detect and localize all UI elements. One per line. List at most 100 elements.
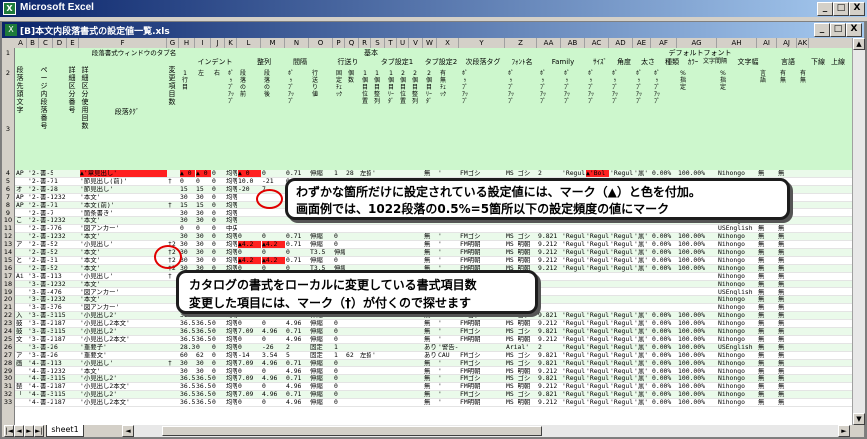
cell-aj[interactable]: 無 (778, 312, 797, 319)
cell-h[interactable]: 30 (180, 257, 195, 264)
cell-ag[interactable]: 100.00% (678, 320, 717, 327)
cell-ai[interactable]: 無 (758, 391, 777, 398)
cell-l[interactable]: 0 (238, 383, 261, 390)
cell-ah[interactable]: Nihongo (718, 383, 757, 390)
table-row[interactable]: と'2-11書-321'本文'†230300均等▲4.2▲4.20.71伸縮0無… (15, 256, 852, 265)
cell-ag[interactable]: 100.00% (678, 328, 717, 335)
table-row[interactable]: 文'3-10書-2187'小見出し2本文'36.536.50均等004.96伸縮… (15, 336, 852, 344)
cell-ac[interactable]: 'Regul (586, 328, 609, 335)
cell-c[interactable]: 書-2 (40, 399, 53, 406)
cell-w[interactable]: 無 (424, 383, 437, 390)
cell-k[interactable]: 均等 (226, 352, 237, 359)
cell-w[interactable]: 無 (424, 233, 437, 240)
cell-h[interactable]: 30 (180, 360, 195, 367)
cell-a[interactable]: と (16, 257, 27, 264)
cell-m[interactable]: 0 (262, 233, 285, 240)
cell-ac[interactable]: 'Regul (586, 360, 609, 367)
cell-ai[interactable]: 無 (758, 225, 777, 232)
cell-b[interactable]: '2-5 (28, 202, 39, 209)
cell-f[interactable]: '小見出し2' (80, 375, 167, 382)
cell-p[interactable]: 1 (334, 170, 345, 177)
cell-a[interactable]: ア (16, 352, 27, 359)
cell-d[interactable]: 13 (54, 273, 67, 280)
cell-ad[interactable]: 'Regul (610, 249, 633, 256)
cell-aj[interactable]: 無 (778, 344, 797, 351)
cell-o[interactable]: 固定 (310, 352, 333, 359)
cell-y[interactable]: FM明朝 (460, 383, 505, 390)
cell-ah[interactable]: Nihongo (718, 296, 757, 303)
column-header-P[interactable]: P (333, 38, 345, 48)
cell-ae[interactable]: '黒' (634, 257, 651, 264)
cell-d[interactable]: 232 (54, 296, 67, 303)
cell-aj[interactable]: 無 (778, 336, 797, 343)
cell-n2[interactable]: 4.96 (286, 336, 309, 343)
cell-q[interactable]: 28 (346, 170, 359, 177)
cell-c[interactable]: 書-1 (40, 233, 53, 240)
cell-ab[interactable]: 'Regul (562, 241, 585, 248)
cell-p[interactable]: 0 (334, 391, 345, 398)
cell-y[interactable]: FMゴシ (460, 360, 505, 367)
cell-y[interactable]: FM明朝 (460, 399, 505, 406)
column-header-V[interactable]: V (409, 38, 423, 48)
cell-f[interactable]: '小見出し2本文' (80, 399, 167, 406)
cell-r[interactable]: 左揃 (360, 352, 371, 359)
cell-ah[interactable]: Nihongo (718, 257, 757, 264)
cell-p[interactable]: 0 (334, 375, 345, 382)
cell-ad[interactable]: 'Regul (610, 368, 633, 375)
cell-aa[interactable]: 9.212 (538, 249, 561, 256)
cell-ae[interactable]: '黒' (634, 344, 651, 351)
cell-d[interactable]: 232 (54, 368, 67, 375)
cell-b[interactable]: '4-4 (28, 383, 39, 390)
cell-b[interactable]: '3-11 (28, 344, 39, 351)
cell-j[interactable]: 0 (212, 186, 225, 193)
cell-b[interactable]: '2-3 (28, 186, 39, 193)
cell-d[interactable]: 187 (54, 336, 67, 343)
cell-ag[interactable]: 100.00% (678, 257, 717, 264)
cell-aa[interactable]: 9.212 (538, 368, 561, 375)
cell-ae[interactable]: '黒' (634, 383, 651, 390)
cell-j[interactable]: 0 (212, 368, 225, 375)
cell-aj[interactable]: 無 (778, 296, 797, 303)
cell-w[interactable]: 無 (424, 328, 437, 335)
cell-ag[interactable]: 100.00% (678, 265, 717, 272)
cell-k[interactable]: 中央 (226, 225, 237, 232)
cell-ah[interactable]: Nihongo (718, 328, 757, 335)
cell-j[interactable]: 0 (212, 320, 225, 327)
cell-l[interactable]: 7.09 (238, 375, 261, 382)
cell-g[interactable]: † (168, 202, 179, 209)
minimize-button[interactable]: _ (817, 2, 833, 16)
cell-ab[interactable]: 'Regul (562, 344, 585, 351)
close-button[interactable]: X (849, 2, 865, 16)
cell-aa[interactable]: 9.212 (538, 320, 561, 327)
cell-y[interactable]: FMゴシ (460, 391, 505, 398)
cell-h[interactable]: 36.5 (180, 383, 195, 390)
cell-aa[interactable]: 9.821 (538, 233, 561, 240)
column-header-W[interactable]: W (423, 38, 437, 48)
cell-aj[interactable]: 無 (778, 273, 797, 280)
cell-c[interactable]: 書-3 (40, 375, 53, 382)
cell-ab[interactable]: 'Regul (562, 265, 585, 272)
cell-z[interactable]: MS 明朝 (506, 399, 537, 406)
cell-aj[interactable]: 無 (778, 352, 797, 359)
cell-ai[interactable]: 無 (758, 399, 777, 406)
table-row[interactable]: AP'2-1書-58▲'章見出し'▲ 0▲ 00均等▲ 000.71伸縮128左… (15, 170, 852, 178)
row-header[interactable]: 3 (2, 88, 14, 170)
cell-o[interactable]: 固定 (310, 344, 333, 351)
cell-ag[interactable]: 100.00% (678, 360, 717, 367)
cell-n2[interactable]: 0.71 (286, 391, 309, 398)
cell-m[interactable]: 4.96 (262, 375, 285, 382)
cell-ag[interactable]: 100.00% (678, 375, 717, 382)
cell-aa[interactable]: 9.821 (538, 360, 561, 367)
cell-j[interactable]: 0 (212, 383, 225, 390)
cell-w[interactable]: 無 (424, 360, 437, 367)
cell-f[interactable]: '図アンカー' (80, 225, 167, 232)
cell-p[interactable]: 0 (334, 383, 345, 390)
cell-m[interactable]: 3.54 (262, 352, 285, 359)
cell-b[interactable]: '2-9 (28, 241, 39, 248)
cell-y[interactable]: FMゴシ (460, 328, 505, 335)
cell-f[interactable]: '小見出し' (80, 241, 167, 248)
horizontal-scrollbar[interactable]: ◄ ► (122, 425, 850, 437)
cell-ab[interactable]: 'Regul (562, 328, 585, 335)
cell-f[interactable]: '箇条書き' (80, 210, 167, 217)
cell-f[interactable]: '本文' (80, 194, 167, 201)
